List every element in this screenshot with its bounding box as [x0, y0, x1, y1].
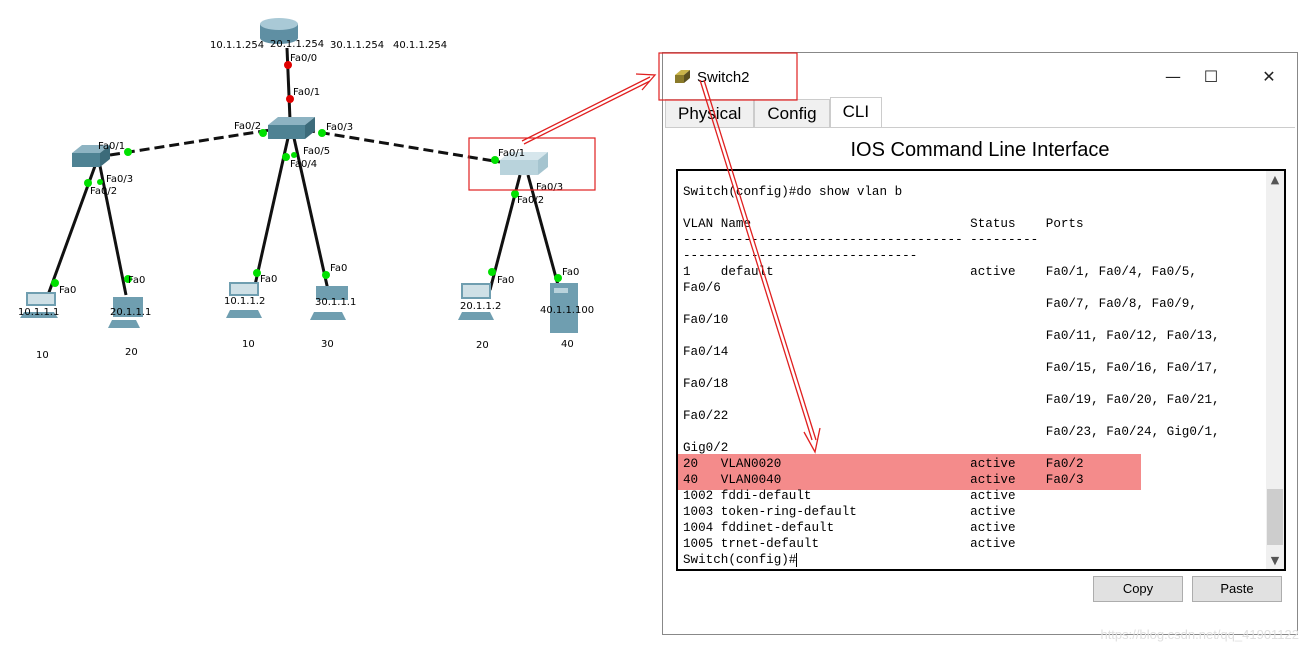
close-button[interactable]: ✕ — [1249, 63, 1289, 91]
cli-line: Fa0/18 — [683, 377, 729, 391]
cli-line: 1003 token-ring-default active — [683, 505, 1016, 519]
cli-line: Fa0/10 — [683, 313, 729, 327]
cli-line: 40 VLAN0040 active Fa0/3 — [683, 473, 1084, 487]
cli-line: Fa0/15, Fa0/16, Fa0/17, — [683, 361, 1220, 375]
tab-config[interactable]: Config — [754, 99, 830, 127]
router-ip-label: 10.1.1.254 — [210, 40, 264, 51]
port-label: Fa0 — [128, 275, 145, 286]
core-switch-icon[interactable] — [268, 117, 315, 139]
vlan-label: 10 — [36, 350, 49, 361]
cli-line: 20 VLAN0020 active Fa0/2 — [683, 457, 1084, 471]
link-core-pc3[interactable] — [253, 137, 290, 286]
vlan-label: 10 — [242, 339, 255, 350]
cli-line: 1005 trnet-default active — [683, 537, 1016, 551]
cli-heading: IOS Command Line Interface — [850, 139, 1110, 161]
cli-line: Fa0/7, Fa0/8, Fa0/9, — [683, 297, 1197, 311]
text-cursor — [796, 552, 798, 567]
vlan-label: 20 — [476, 340, 489, 351]
cli-line: Switch(config)#do show vlan b — [683, 185, 903, 199]
cli-line: Gig0/2 — [683, 441, 729, 455]
port-label: Fa0 — [330, 263, 347, 274]
link-core-left[interactable] — [109, 128, 271, 157]
cli-line: ---- -------------------------------- --… — [683, 233, 1039, 247]
cli-line: Fa0/19, Fa0/20, Fa0/21, — [683, 393, 1220, 407]
port-label: Fa0/1 — [293, 87, 320, 98]
paste-button[interactable]: Paste — [1192, 576, 1282, 602]
port-label: Fa0/3 — [326, 122, 353, 133]
window-title: Switch2 — [697, 69, 750, 86]
host-ip-label: 10.1.1.2 — [224, 296, 265, 307]
port-label: Fa0/0 — [290, 53, 317, 64]
cli-line: Fa0/14 — [683, 345, 729, 359]
cli-line: Fa0/6 — [683, 281, 721, 295]
copy-button[interactable]: Copy — [1093, 576, 1183, 602]
vlan-label: 30 — [321, 339, 334, 350]
port-label: Fa0/2 — [234, 121, 261, 132]
switch-icon — [675, 70, 690, 83]
switch2-window: Switch2 — ☐ ✕ Physical Config CLI IOS Co… — [662, 52, 1298, 635]
port-label: Fa0 — [59, 285, 76, 296]
tab-physical[interactable]: Physical — [665, 99, 755, 127]
link-core-right[interactable] — [304, 128, 501, 164]
port-label: Fa0/1 — [498, 148, 525, 159]
host-ip-label: 10.1.1.1 — [18, 307, 59, 318]
cli-scrollbar[interactable]: ▲ ▼ — [1266, 171, 1284, 569]
cli-line: Fa0/23, Fa0/24, Gig0/1, — [683, 425, 1220, 439]
tab-cli[interactable]: CLI — [829, 97, 883, 127]
minimize-button[interactable]: — — [1153, 63, 1193, 91]
vlan-label: 40 — [561, 339, 574, 350]
port-label: Fa0/3 — [106, 174, 133, 185]
port-label: Fa0/5 — [303, 146, 330, 157]
port-label: Fa0/1 — [98, 141, 125, 152]
cli-terminal[interactable]: Switch(config)#do show vlan b VLAN Name S… — [676, 169, 1286, 571]
scroll-thumb[interactable] — [1267, 489, 1283, 545]
cli-output: Switch(config)#do show vlan b VLAN Name S… — [683, 184, 1220, 568]
cli-line: 1002 fddi-default active — [683, 489, 1016, 503]
tab-bar: Physical Config CLI — [665, 97, 1295, 128]
port-label: Fa0 — [497, 275, 514, 286]
scroll-down-icon[interactable]: ▼ — [1266, 554, 1284, 567]
cli-line: VLAN Name Status Ports — [683, 217, 1084, 231]
network-topology: 10.1.1.254 20.1.1.254 30.1.1.254 40.1.1.… — [18, 18, 596, 361]
cli-line: ------------------------------- — [683, 249, 918, 263]
port-label: Fa0 — [260, 274, 277, 285]
port-label: Fa0 — [562, 267, 579, 278]
cli-line: Fa0/22 — [683, 409, 729, 423]
title-bar[interactable]: Switch2 — ☐ ✕ — [663, 53, 1297, 99]
cli-line — [683, 200, 1220, 216]
watermark: https://blog.csdn.net/qq_41901122 — [1100, 627, 1299, 642]
port-label: Fa0/3 — [536, 182, 563, 193]
cli-line: 1 default active Fa0/1, Fa0/4, Fa0/5, — [683, 265, 1197, 279]
router-ip-label: 40.1.1.254 — [393, 40, 447, 51]
vlan-label: 20 — [125, 347, 138, 358]
host-ip-label: 30.1.1.1 — [315, 297, 356, 308]
port-label: Fa0/2 — [517, 195, 544, 206]
cli-prompt-line[interactable]: Switch(config)# — [683, 552, 1220, 568]
cli-prompt: Switch(config)# — [683, 553, 797, 567]
cli-line: Fa0/11, Fa0/12, Fa0/13, — [683, 329, 1220, 343]
port-label: Fa0/4 — [290, 159, 317, 170]
host-ip-label: 20.1.1.1 — [110, 307, 151, 318]
port-label: Fa0/2 — [90, 186, 117, 197]
host-ip-label: 20.1.1.2 — [460, 301, 501, 312]
scroll-up-icon[interactable]: ▲ — [1266, 173, 1284, 186]
router-ip-label: 20.1.1.254 — [270, 39, 324, 50]
host-ip-label: 40.1.1.100 — [540, 305, 594, 316]
router-ip-label: 30.1.1.254 — [330, 40, 384, 51]
cli-line: 1004 fddinet-default active — [683, 521, 1016, 535]
maximize-button[interactable]: ☐ — [1191, 63, 1231, 91]
